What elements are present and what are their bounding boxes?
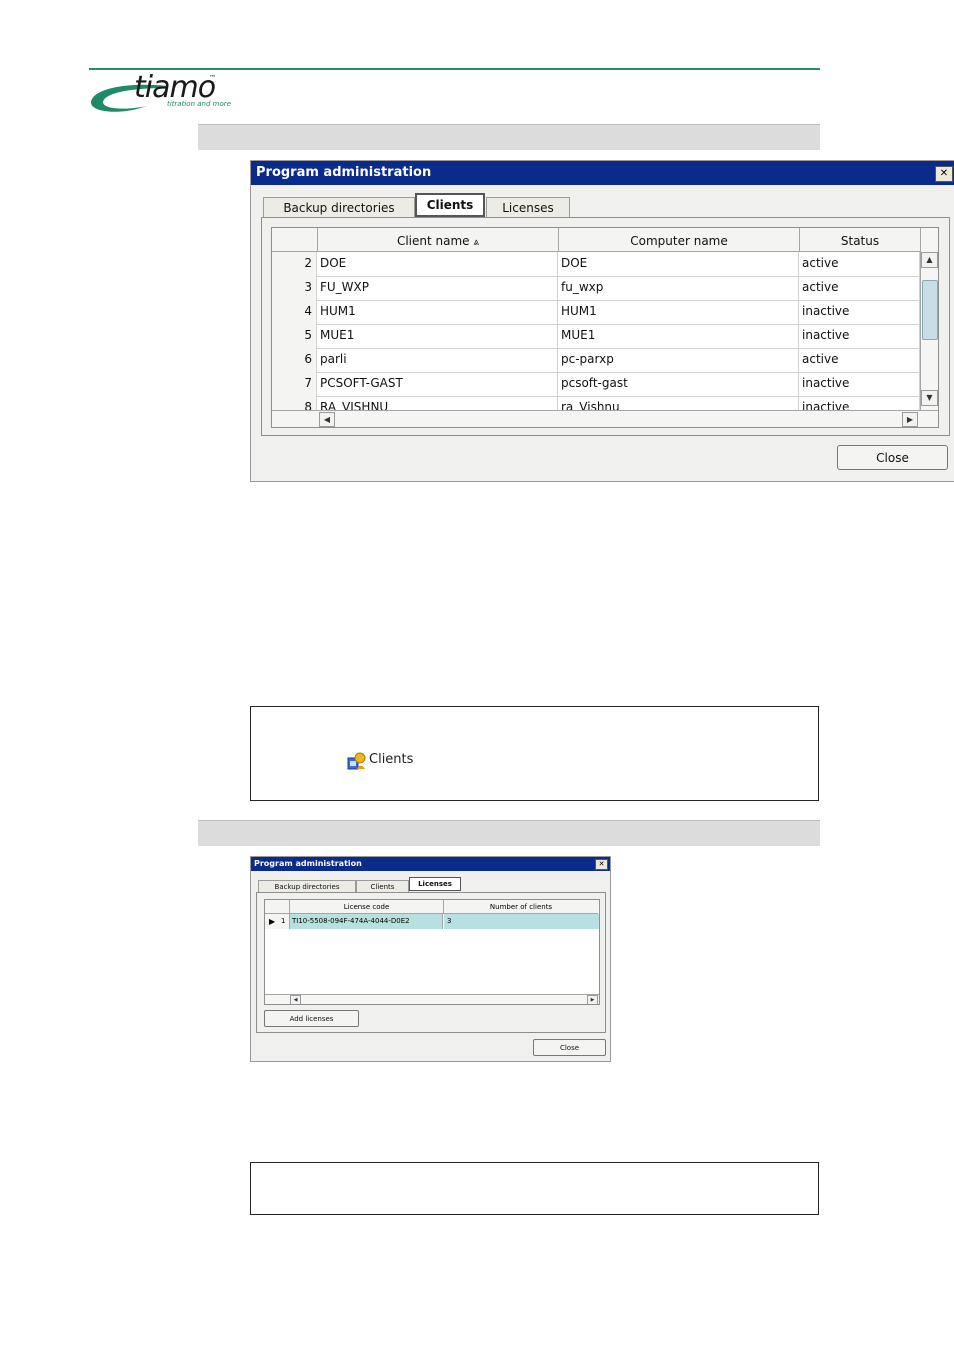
row-number: 6 [272, 348, 317, 372]
table-row[interactable]: 4 HUM1 HUM1 inactive [272, 300, 920, 325]
status-cell[interactable]: active [800, 276, 920, 300]
add-licenses-button[interactable]: Add licenses [264, 1010, 359, 1027]
section-bar-2 [198, 820, 820, 846]
tab-panel: Client name ⩓ Computer name Status 2 DOE D… [261, 217, 950, 436]
scrollbar-thumb[interactable] [922, 280, 938, 340]
status-cell[interactable]: active [800, 252, 920, 276]
client-name-cell[interactable]: parli [318, 348, 558, 372]
number-of-clients-cell[interactable]: 3 [444, 914, 599, 929]
table-row[interactable]: 6 parli pc-parxp active [272, 348, 920, 373]
computer-name-cell[interactable]: HUM1 [559, 300, 799, 324]
clients-label: Clients [369, 752, 414, 767]
scroll-left-arrow-icon[interactable]: ◀ [319, 412, 335, 427]
scroll-right-arrow-icon[interactable]: ▶ [902, 412, 918, 427]
row-number: 1 [281, 917, 286, 925]
scroll-left-arrow-icon[interactable]: ◀ [290, 995, 301, 1004]
dialog2-title-bar: Program administration [251, 857, 610, 871]
close-button[interactable]: Close [837, 445, 948, 470]
column-header-status[interactable]: Status [800, 228, 921, 252]
computer-name-cell[interactable]: fu_wxp [559, 276, 799, 300]
dialog-close-icon[interactable]: ✕ [935, 166, 953, 182]
clients-table: Client name ⩓ Computer name Status 2 DOE D… [271, 227, 939, 428]
scroll-right-arrow-icon[interactable]: ▶ [587, 995, 598, 1004]
row-number: 2 [272, 252, 317, 276]
scroll-down-arrow-icon[interactable]: ▼ [921, 390, 938, 406]
program-administration-dialog-clients: Program administration ✕ Backup director… [250, 160, 954, 482]
tiamo-logo: tiamo ™ titration and more [89, 70, 239, 118]
computer-name-cell[interactable]: pc-parxp [559, 348, 799, 372]
client-name-cell[interactable]: DOE [318, 252, 558, 276]
tab-backup-directories[interactable]: Backup directories [263, 197, 415, 218]
close-button-2[interactable]: Close [533, 1039, 606, 1056]
computer-name-cell[interactable]: MUE1 [559, 324, 799, 348]
licenses-table: License code Number of clients ▶ 1 TI10-… [264, 899, 600, 1005]
computer-name-cell[interactable]: DOE [559, 252, 799, 276]
table-row[interactable]: 5 MUE1 MUE1 inactive [272, 324, 920, 349]
logo-trademark: ™ [209, 74, 216, 82]
row-number-header [272, 228, 318, 252]
licenses-horizontal-scrollbar[interactable]: ◀ ▶ [265, 994, 599, 1004]
client-name-cell[interactable]: FU_WXP [318, 276, 558, 300]
note-box-1: Clients [250, 706, 819, 801]
client-name-cell[interactable]: HUM1 [318, 300, 558, 324]
column-header-computer-name[interactable]: Computer name [559, 228, 800, 252]
note-box-2 [250, 1162, 819, 1215]
row-number: 5 [272, 324, 317, 348]
table-row[interactable]: 3 FU_WXP fu_wxp active [272, 276, 920, 301]
section-bar-1 [198, 124, 820, 150]
tab-clients[interactable]: Clients [415, 193, 485, 217]
row-number: 7 [272, 372, 317, 396]
clients-icon [347, 752, 366, 770]
table-row[interactable]: 2 DOE DOE active [272, 252, 920, 277]
row-header: ▶ 1 [265, 914, 290, 929]
license-row-number-header [265, 900, 290, 914]
tab-licenses[interactable]: Licenses [486, 197, 570, 218]
scroll-up-arrow-icon[interactable]: ▲ [921, 252, 938, 268]
dialog2-title: Program administration [254, 859, 362, 868]
current-row-arrow-icon: ▶ [269, 917, 276, 926]
sort-ascending-icon: ⩓ [473, 237, 480, 248]
status-cell[interactable]: inactive [800, 324, 920, 348]
status-cell[interactable]: active [800, 348, 920, 372]
status-cell[interactable]: inactive [800, 300, 920, 324]
column-header-client-name[interactable]: Client name ⩓ [318, 228, 559, 252]
program-administration-dialog-licenses: Program administration ✕ Backup director… [250, 856, 611, 1062]
computer-name-cell[interactable]: pcsoft-gast [559, 372, 799, 396]
client-name-cell[interactable]: PCSOFT-GAST [318, 372, 558, 396]
logo-tagline: titration and more [167, 100, 231, 108]
client-name-cell[interactable]: MUE1 [318, 324, 558, 348]
row-number: 4 [272, 300, 317, 324]
column-header-license-code[interactable]: License code [290, 900, 444, 914]
table-row[interactable]: 7 PCSOFT-GAST pcsoft-gast inactive [272, 372, 920, 397]
status-cell[interactable]: inactive [800, 372, 920, 396]
vertical-scrollbar[interactable]: ▲ ▼ [920, 228, 938, 410]
tab2-licenses[interactable]: Licenses [409, 877, 461, 891]
dialog2-close-icon[interactable]: ✕ [595, 859, 608, 870]
dialog-title: Program administration [256, 165, 432, 180]
dialog-title-bar: Program administration [251, 161, 954, 185]
column-header-number-of-clients[interactable]: Number of clients [444, 900, 598, 914]
horizontal-scrollbar[interactable]: ◀ ▶ [272, 410, 938, 427]
row-number: 3 [272, 276, 317, 300]
license-code-cell[interactable]: TI10-5508-094F-474A-4044-D0E2 [290, 914, 443, 929]
table-row[interactable]: ▶ 1 TI10-5508-094F-474A-4044-D0E2 3 [265, 914, 599, 929]
tab2-panel: License code Number of clients ▶ 1 TI10-… [256, 892, 606, 1033]
